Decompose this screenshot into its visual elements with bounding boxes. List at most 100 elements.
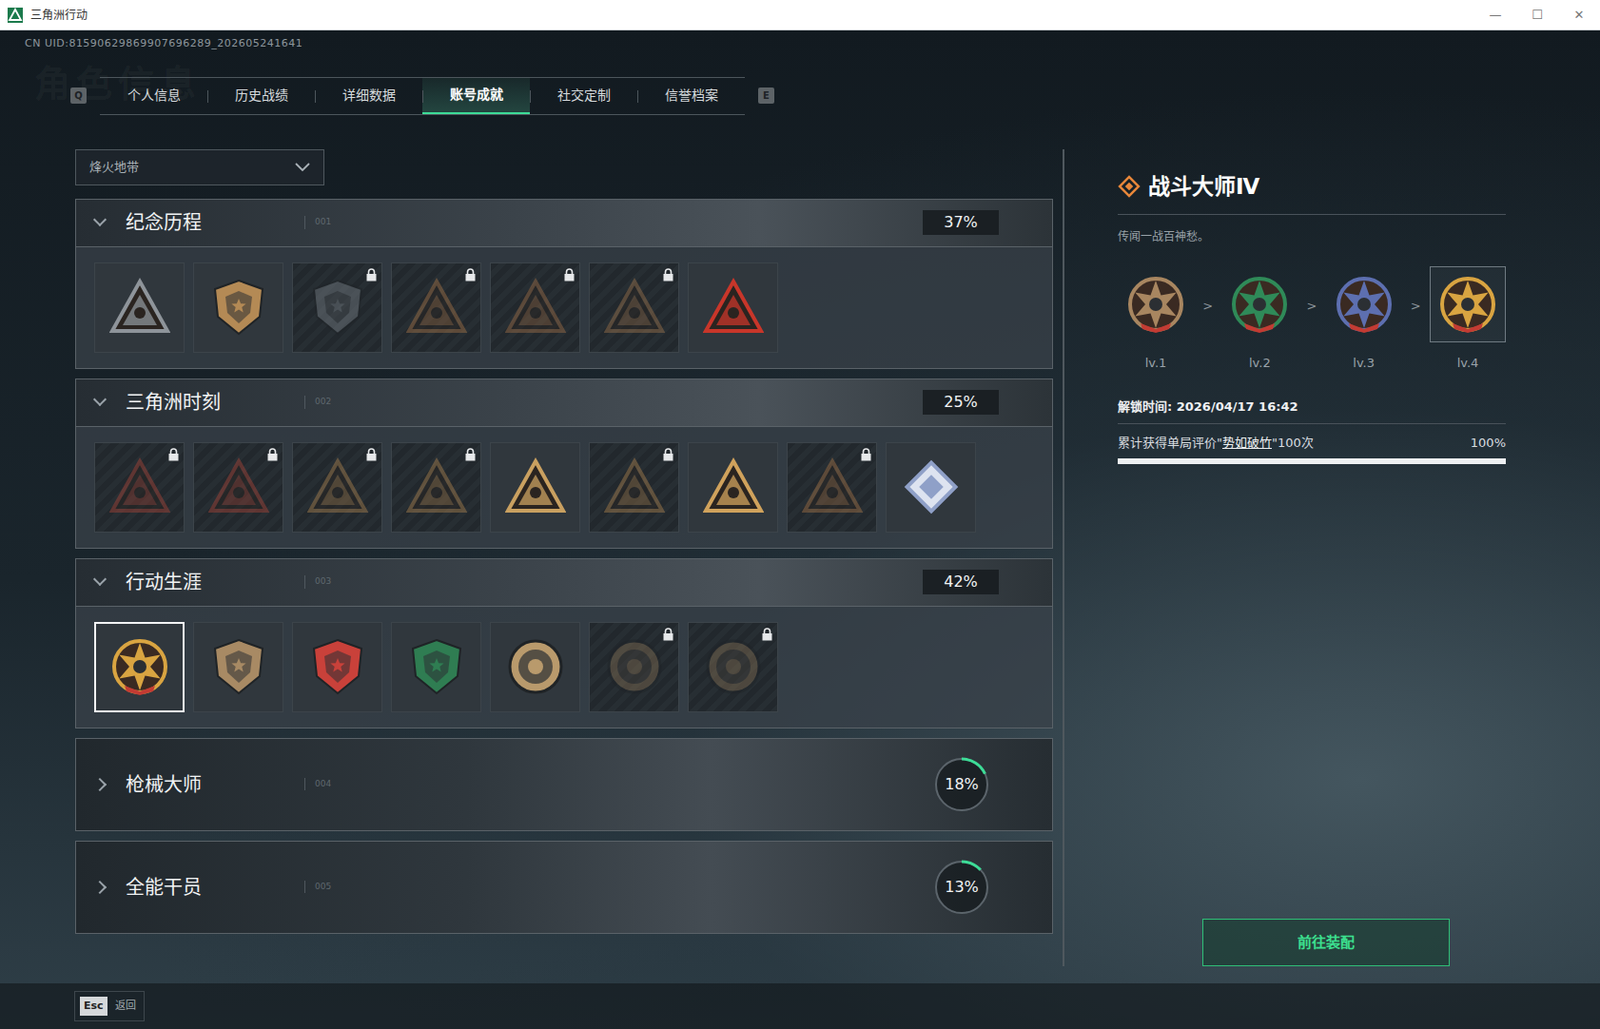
- requirement-highlight[interactable]: 势如破竹: [1222, 435, 1272, 450]
- window-control-button[interactable]: ☐: [1516, 0, 1559, 30]
- tab[interactable]: 账号成就: [422, 78, 530, 115]
- badge-icon-wrap: [109, 456, 171, 518]
- badge-tile[interactable]: [390, 622, 482, 713]
- level-item[interactable]: lv.4: [1429, 266, 1506, 373]
- category-header[interactable]: 纪念历程00137%: [76, 199, 1053, 247]
- badge-tile[interactable]: [588, 442, 680, 533]
- achievement-category: 纪念历程00137%: [75, 198, 1054, 370]
- next-tab-key[interactable]: E: [758, 87, 775, 104]
- unlock-time: 解锁时间: 2026/04/17 16:42: [1117, 397, 1506, 426]
- lock-icon: [267, 448, 278, 462]
- badge-shield-icon: [208, 276, 270, 338]
- badge-art: [507, 281, 564, 332]
- badge-triangle-icon: [604, 276, 665, 338]
- level-badge[interactable]: [1221, 266, 1298, 343]
- badge-triangle-icon: [702, 276, 764, 338]
- tab[interactable]: 个人信息: [99, 78, 208, 115]
- chevron-icon: [93, 392, 107, 407]
- category-header[interactable]: 行动生涯00342%: [76, 559, 1053, 606]
- achievement-category: 行动生涯00342%: [75, 558, 1054, 729]
- badge-shield-icon: [208, 636, 270, 698]
- level-item[interactable]: lv.2: [1221, 266, 1298, 373]
- footer-bar: Esc返回: [0, 983, 1600, 1029]
- badge-icon-wrap: [109, 636, 171, 698]
- level-badge[interactable]: [1429, 266, 1506, 343]
- window-control-button[interactable]: ✕: [1558, 0, 1600, 30]
- prev-tab-key[interactable]: Q: [70, 87, 87, 104]
- badge-icon-wrap: [505, 276, 566, 338]
- badge-tile[interactable]: [588, 622, 680, 713]
- badge-star-icon: [109, 636, 171, 698]
- tab-label: 历史战绩: [234, 85, 289, 106]
- badge-tile[interactable]: [489, 442, 581, 533]
- badge-triangle-icon: [702, 456, 764, 518]
- tab[interactable]: 信誉档案: [637, 78, 745, 115]
- mode-dropdown[interactable]: 烽火地带: [75, 149, 325, 186]
- badge-triangle-icon: [505, 456, 566, 518]
- badge-tile[interactable]: [489, 262, 581, 353]
- badge-tile[interactable]: [94, 622, 185, 713]
- uid-label: CN UID:81590629869907696289_202605241641: [24, 36, 1600, 53]
- badge-icon-wrap: [505, 456, 566, 518]
- badge-tile[interactable]: [94, 442, 185, 533]
- level-star-icon: [1437, 273, 1499, 335]
- category-code: 002: [304, 395, 332, 410]
- badge-art: [507, 461, 564, 511]
- badge-tile[interactable]: [292, 622, 383, 713]
- level-label: lv.1: [1145, 353, 1168, 373]
- level-item[interactable]: lv.1: [1117, 266, 1194, 373]
- level-item[interactable]: lv.3: [1326, 266, 1403, 373]
- badge-tile[interactable]: [390, 442, 482, 533]
- lock-icon: [663, 448, 674, 462]
- badge-tile[interactable]: [193, 622, 284, 713]
- badge-tile[interactable]: [292, 262, 383, 353]
- detail-title: 战斗大师Ⅳ: [1148, 170, 1260, 204]
- chevron-down-icon: [294, 162, 311, 173]
- tab[interactable]: 历史战绩: [207, 78, 315, 115]
- category-header[interactable]: 全能干员00513%: [76, 841, 1053, 934]
- equip-button[interactable]: 前往装配: [1202, 918, 1450, 967]
- tab[interactable]: 详细数据: [314, 78, 423, 115]
- badge-triangle-icon: [604, 456, 665, 518]
- badge-art: [804, 461, 860, 511]
- chevron-icon: [93, 879, 107, 894]
- window-control-button[interactable]: —: [1474, 0, 1517, 30]
- category-code: 004: [304, 778, 332, 792]
- badge-tile[interactable]: [292, 442, 383, 533]
- badge-tile[interactable]: [193, 262, 284, 353]
- back-button[interactable]: Esc返回: [74, 991, 145, 1022]
- tab[interactable]: 社交定制: [529, 78, 638, 115]
- lock-icon: [663, 268, 674, 282]
- badge-tile[interactable]: [588, 262, 680, 353]
- badge-icon-wrap: [208, 276, 270, 338]
- level-badge[interactable]: [1326, 266, 1403, 343]
- badge-icon-wrap: [109, 276, 171, 338]
- content-area: 烽火地带纪念历程00137% 三角洲时刻00225% 行动生涯00342% 枪械大师0…: [0, 149, 1600, 985]
- badge-icon-wrap: [307, 636, 369, 698]
- badge-tile[interactable]: [687, 442, 779, 533]
- achievement-category: 全能干员00513%: [75, 840, 1054, 935]
- level-badge[interactable]: [1117, 266, 1194, 343]
- requirement-text: 累计获得单局评价"势如破竹"100次: [1117, 433, 1314, 453]
- category-header[interactable]: 三角洲时刻00225%: [76, 379, 1053, 427]
- badge-tile[interactable]: [687, 622, 779, 713]
- badge-triangle-icon: [208, 456, 270, 518]
- badge-tile[interactable]: [489, 622, 581, 713]
- badge-grid: [76, 246, 1053, 369]
- badge-art: [211, 461, 267, 511]
- badge-art: [1233, 278, 1286, 333]
- category-header[interactable]: 枪械大师00418%: [76, 739, 1053, 831]
- chevron-icon: [93, 572, 107, 586]
- badge-tile[interactable]: [885, 442, 976, 533]
- requirement-progress-track: [1117, 458, 1506, 465]
- badge-tile[interactable]: [390, 262, 482, 353]
- badge-tile[interactable]: [94, 262, 185, 353]
- achievement-diamond-icon: [1117, 175, 1141, 198]
- badge-tile[interactable]: [786, 442, 878, 533]
- level-label: lv.3: [1352, 353, 1375, 373]
- badge-triangle-icon: [406, 456, 468, 518]
- badge-tile[interactable]: [193, 442, 284, 533]
- badge-tile[interactable]: [687, 262, 779, 353]
- badge-triangle-icon: [406, 276, 468, 338]
- category-title: 纪念历程: [125, 208, 305, 237]
